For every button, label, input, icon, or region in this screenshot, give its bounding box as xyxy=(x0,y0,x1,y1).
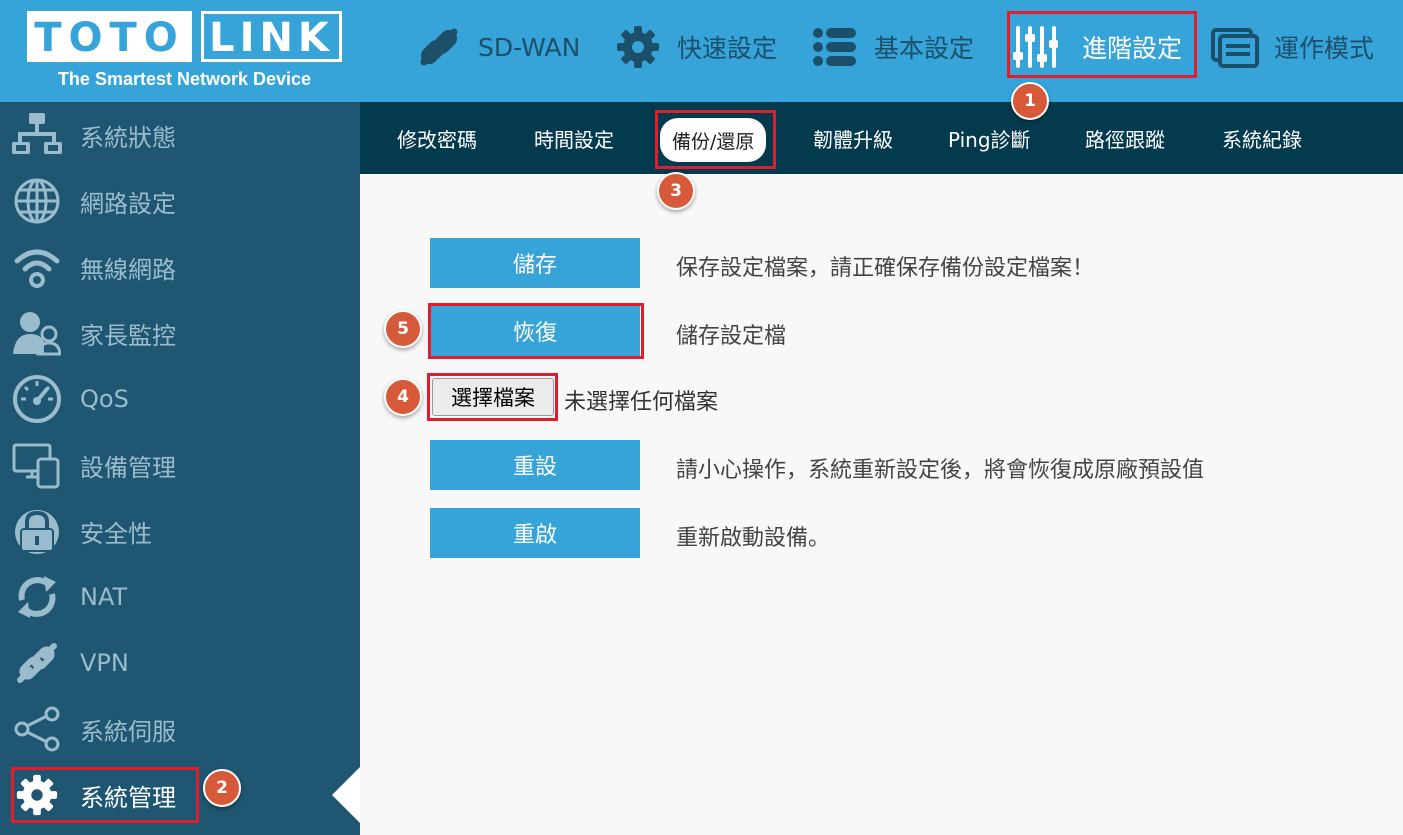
topnav-label: 快速設定 xyxy=(677,34,778,63)
tab-firmware-upgrade[interactable]: 韌體升級 xyxy=(813,102,893,174)
logo-link-box: LINK xyxy=(201,11,342,62)
topnav-label: SD-WAN xyxy=(478,32,581,62)
window-icon xyxy=(1210,22,1260,72)
highlight-choose-file xyxy=(427,373,558,421)
reboot-description: 重新啟動設備。 xyxy=(676,526,831,551)
sub-navigation: 修改密碼 時間設定 備份/還原 韌體升級 Ping診斷 路徑跟蹤 系統紀錄 xyxy=(360,102,1403,174)
link-icon xyxy=(414,22,464,72)
sidebar-label: 安全性 xyxy=(80,519,152,548)
logo-tagline: The Smartest Network Device xyxy=(57,69,312,89)
reset-description: 請小心操作，系統重新設定後，將會恢復成原廠預設值 xyxy=(676,458,1205,483)
network-topology-icon xyxy=(10,108,64,162)
topnav-label: 基本設定 xyxy=(874,34,975,63)
step-badge-1: 1 xyxy=(1011,82,1049,120)
logo-toto-text: TOTO xyxy=(34,15,185,61)
gear-icon xyxy=(613,22,663,72)
sidebar-item-qos[interactable]: QoS xyxy=(0,366,360,432)
step-badge-5: 5 xyxy=(384,310,422,348)
topnav-quick-setup[interactable]: 快速設定 xyxy=(613,22,777,72)
sidebar-item-system-status[interactable]: 系統狀態 xyxy=(0,102,360,168)
sidebar: 系統狀態 網路設定 無線網路 家長監控 QoS 設備管理 安全性 NAT VPN… xyxy=(0,102,360,835)
restore-description: 儲存設定檔 xyxy=(676,324,787,349)
sidebar-label: 家長監控 xyxy=(80,321,176,350)
topnav-label: 運作模式 xyxy=(1274,34,1375,63)
sidebar-label: QoS xyxy=(80,385,129,413)
tab-traceroute[interactable]: 路徑跟蹤 xyxy=(1085,102,1165,174)
sidebar-label: VPN xyxy=(80,649,129,677)
sidebar-item-wireless[interactable]: 無線網路 xyxy=(0,234,360,300)
sidebar-item-system-service[interactable]: 系統伺服 xyxy=(0,696,360,762)
logo-toto-box: TOTO xyxy=(27,11,192,62)
highlight-system-management xyxy=(11,767,199,823)
sidebar-label: 無線網路 xyxy=(80,255,176,284)
sidebar-label: 網路設定 xyxy=(80,189,176,218)
speedometer-icon xyxy=(10,372,64,426)
totolink-logo[interactable]: TOTO LINK The Smartest Network Device xyxy=(27,11,342,95)
sidebar-item-parental-control[interactable]: 家長監控 xyxy=(0,300,360,366)
step-badge-4: 4 xyxy=(384,378,422,416)
share-icon xyxy=(10,702,64,756)
list-icon xyxy=(810,22,860,72)
step-badge-2: 2 xyxy=(203,769,241,807)
highlight-restore-button xyxy=(428,303,644,359)
step-badge-3: 3 xyxy=(657,172,695,210)
refresh-icon xyxy=(10,570,64,624)
active-pointer xyxy=(332,767,360,823)
sidebar-label: 系統狀態 xyxy=(80,123,176,152)
reset-button[interactable]: 重設 xyxy=(430,440,640,490)
tab-change-password[interactable]: 修改密碼 xyxy=(397,102,477,174)
globe-icon xyxy=(10,174,64,228)
topnav-basic-setup[interactable]: 基本設定 xyxy=(810,22,974,72)
logo-link-text: LINK xyxy=(209,15,334,61)
wifi-icon xyxy=(10,240,64,294)
sidebar-label: 系統伺服 xyxy=(80,717,176,746)
sidebar-item-network-settings[interactable]: 網路設定 xyxy=(0,168,360,234)
sidebar-item-vpn[interactable]: VPN xyxy=(0,630,360,696)
save-description: 保存設定檔案，請正確保存備份設定檔案！ xyxy=(676,256,1095,281)
link-icon xyxy=(10,636,64,690)
tab-system-log[interactable]: 系統紀錄 xyxy=(1222,102,1302,174)
lock-icon xyxy=(10,504,64,558)
backup-restore-panel: 儲存 保存設定檔案，請正確保存備份設定檔案！ 恢復 儲存設定檔 選擇檔案 未選擇… xyxy=(360,174,1403,835)
highlight-advanced-setup xyxy=(1007,11,1197,78)
devices-icon xyxy=(10,438,64,492)
reboot-button[interactable]: 重啟 xyxy=(430,508,640,558)
sidebar-label: 設備管理 xyxy=(80,453,176,482)
save-button[interactable]: 儲存 xyxy=(430,238,640,288)
topnav-operation-mode[interactable]: 運作模式 xyxy=(1210,22,1374,72)
highlight-backup-restore-tab xyxy=(655,110,776,169)
tab-time-settings[interactable]: 時間設定 xyxy=(534,102,614,174)
sidebar-item-nat[interactable]: NAT xyxy=(0,564,360,630)
sidebar-item-device-management[interactable]: 設備管理 xyxy=(0,432,360,498)
sidebar-item-security[interactable]: 安全性 xyxy=(0,498,360,564)
sidebar-label: NAT xyxy=(80,583,128,611)
topnav-sd-wan[interactable]: SD-WAN xyxy=(414,22,580,72)
parental-users-icon xyxy=(10,306,64,360)
file-status-text: 未選擇任何檔案 xyxy=(564,390,719,415)
